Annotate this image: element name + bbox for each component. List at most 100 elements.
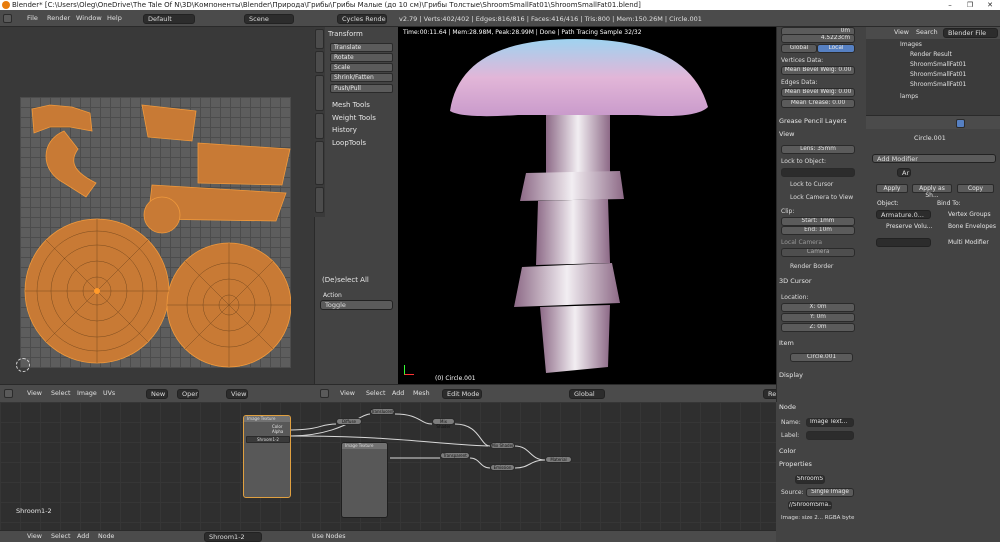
outliner-item[interactable]: ShroomSmallFat01 [910, 81, 966, 88]
clip-start-field[interactable]: Start: 1mm [781, 217, 855, 226]
tab-grease-pencil[interactable] [315, 141, 324, 185]
tab-shading-uvs[interactable] [315, 75, 324, 111]
cursor-x-field[interactable]: X: 0m [781, 303, 855, 312]
mix-shader-node-2[interactable]: Mix Shader [490, 442, 515, 449]
diffuse-node[interactable]: Diffuse [336, 418, 362, 425]
lock-cursor-checkbox[interactable]: Lock to Cursor [790, 181, 833, 188]
vp-menu-view[interactable]: View [340, 390, 355, 397]
scene-select[interactable]: Scene [244, 14, 294, 24]
uv-view-select[interactable]: View [226, 389, 248, 399]
tab-tools[interactable] [315, 29, 324, 49]
node-menu-node[interactable]: Node [98, 533, 114, 540]
node-properties-panel[interactable]: Properties [779, 460, 812, 468]
tab-curve[interactable] [315, 187, 324, 213]
transform-orientation-select[interactable]: Global [569, 389, 605, 399]
shrink-fatten-button[interactable]: Shrink/Fatten [330, 73, 393, 82]
history-panel[interactable]: History [332, 126, 357, 134]
outliner-menu-view[interactable]: View [894, 29, 909, 36]
interaction-mode-select[interactable]: Edit Mode [442, 389, 482, 399]
tab-options[interactable] [315, 113, 324, 139]
local-camera-field[interactable]: Camera [781, 248, 855, 257]
image-datablock[interactable]: Shroom1-2 [246, 436, 290, 443]
emission-node[interactable]: Emission [490, 464, 515, 471]
tab-create[interactable] [315, 51, 324, 73]
apply-button[interactable]: Apply [876, 184, 908, 193]
render-border-checkbox[interactable]: Render Border [790, 263, 833, 270]
translucent-node[interactable]: Translucent [370, 408, 395, 415]
material-output-node[interactable]: Material [545, 456, 572, 463]
outliner-item[interactable]: ShroomSmallFat01 [910, 61, 966, 68]
mix-shader-node-1[interactable]: Mix Shader [432, 418, 455, 429]
source-select[interactable]: Single Image [806, 488, 854, 497]
grease-pencil-panel[interactable]: Grease Pencil Layers [779, 117, 847, 125]
outliner-display-mode[interactable]: Blender File [943, 28, 998, 38]
vertex-group-field[interactable] [876, 238, 931, 247]
modifier-tab-icon[interactable] [956, 119, 965, 128]
open-image-button[interactable]: Open [177, 389, 199, 399]
3d-cursor-panel[interactable]: 3D Cursor [779, 277, 812, 285]
transparent-node[interactable]: Transparent [440, 452, 470, 459]
editor-type-icon[interactable] [4, 389, 13, 398]
local-toggle[interactable]: Local [817, 44, 855, 53]
screen-layout-select[interactable]: Default [143, 14, 195, 24]
cursor-z-field[interactable]: Z: 0m [781, 323, 855, 332]
vertex-groups-checkbox[interactable]: Vertex Groups [948, 211, 991, 218]
scale-button[interactable]: Scale [330, 63, 393, 72]
deselect-all-title[interactable]: (De)select All [322, 276, 369, 284]
mean-bevel-vertex-field[interactable]: Mean Bevel Weig: 0.00 [781, 66, 855, 75]
lock-camera-checkbox[interactable]: Lock Camera to View [790, 194, 853, 201]
vp-menu-mesh[interactable]: Mesh [413, 390, 430, 397]
minimize-button[interactable]: – [940, 0, 960, 10]
bone-envelopes-checkbox[interactable]: Bone Envelopes [948, 223, 996, 230]
transform-panel-title[interactable]: Transform [328, 30, 363, 38]
looptools-panel[interactable]: LoopTools [332, 139, 366, 147]
median-z-field[interactable]: 4.5223cm [781, 34, 855, 43]
new-image-button[interactable]: New [146, 389, 168, 399]
image-datablock-field[interactable]: ShroomS [795, 475, 825, 484]
add-modifier-select[interactable]: Add Modifier [872, 154, 996, 163]
preserve-volume-checkbox[interactable]: Preserve Volu... [886, 223, 932, 230]
display-panel[interactable]: Display [779, 371, 803, 379]
clip-end-field[interactable]: End: 10m [781, 226, 855, 235]
editor-type-icon[interactable] [3, 14, 12, 23]
view-panel[interactable]: View [779, 130, 794, 138]
weight-tools-panel[interactable]: Weight Tools [332, 114, 376, 122]
maximize-button[interactable]: ❐ [960, 0, 980, 10]
node-panel-title[interactable]: Node [779, 403, 796, 411]
push-pull-button[interactable]: Push/Pull [330, 84, 393, 93]
menu-render[interactable]: Render [47, 14, 70, 22]
image-texture-node-1[interactable]: Image Texture Color Alpha Shroom1-2 [243, 415, 291, 498]
editor-type-icon[interactable] [320, 389, 329, 398]
menu-help[interactable]: Help [107, 14, 122, 22]
apply-as-shape-button[interactable]: Apply as Sh... [912, 184, 952, 199]
vp-menu-select[interactable]: Select [366, 390, 385, 397]
node-menu-select[interactable]: Select [51, 533, 70, 540]
node-label-field[interactable] [806, 431, 854, 440]
cursor-y-field[interactable]: Y: 0m [781, 313, 855, 322]
image-path-field[interactable]: //ShroomSma... [788, 501, 832, 510]
node-menu-add[interactable]: Add [77, 533, 89, 540]
modifier-name-field[interactable]: Ar [897, 168, 911, 177]
outliner-menu-search[interactable]: Search [916, 29, 938, 36]
armature-object-field[interactable]: Armature.0... [876, 210, 931, 219]
outliner-item[interactable]: Images [900, 41, 922, 48]
uv-menu-select[interactable]: Select [51, 390, 70, 397]
menu-file[interactable]: File [27, 14, 38, 22]
outliner-item[interactable]: lamps [900, 93, 918, 100]
rotate-button[interactable]: Rotate [330, 53, 393, 62]
menu-window[interactable]: Window [76, 14, 102, 22]
copy-modifier-button[interactable]: Copy [957, 184, 994, 193]
uv-menu-uvs[interactable]: UVs [103, 390, 115, 397]
lens-field[interactable]: Lens: 35mm [781, 145, 855, 154]
node-menu-view[interactable]: View [27, 533, 42, 540]
uv-menu-view[interactable]: View [27, 390, 42, 397]
use-nodes-checkbox[interactable]: Use Nodes [312, 533, 345, 540]
outliner-item[interactable]: ShroomSmallFat01 [910, 71, 966, 78]
item-name-field[interactable]: Circle.001 [790, 353, 853, 362]
uv-menu-image[interactable]: Image [77, 390, 97, 397]
item-panel[interactable]: Item [779, 339, 794, 347]
lock-object-field[interactable] [781, 168, 855, 177]
mesh-tools-panel[interactable]: Mesh Tools [332, 101, 370, 109]
action-select[interactable]: Toggle [320, 300, 393, 310]
node-color-panel[interactable]: Color [779, 447, 796, 455]
